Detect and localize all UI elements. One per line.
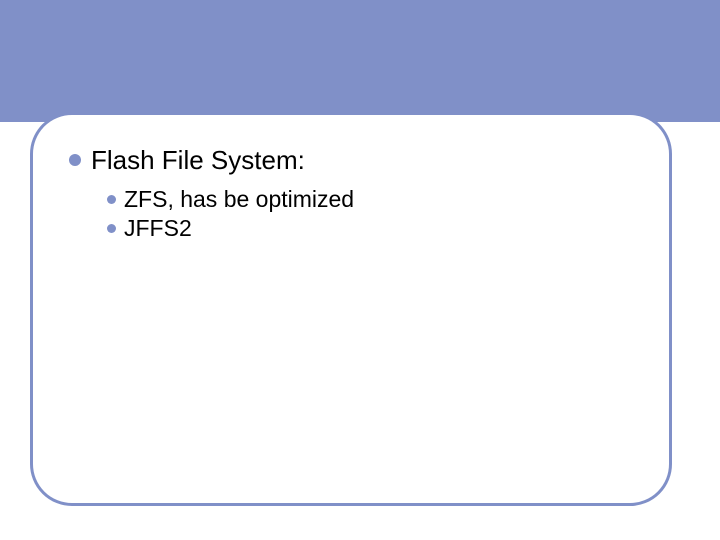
disc-bullet-icon xyxy=(69,154,81,166)
header-band xyxy=(0,0,720,122)
sub-list: ZFS, has be optimized JFFS2 xyxy=(107,186,633,242)
bullet-level-1: Flash File System: xyxy=(69,145,633,176)
list-item: JFFS2 xyxy=(107,215,633,242)
content-card: Flash File System: ZFS, has be optimized… xyxy=(30,112,672,506)
list-item-text: JFFS2 xyxy=(124,215,192,242)
disc-bullet-icon xyxy=(107,195,116,204)
list-item-text: ZFS, has be optimized xyxy=(124,186,354,213)
heading-text: Flash File System: xyxy=(91,145,305,176)
slide: Flash File System: ZFS, has be optimized… xyxy=(0,0,720,540)
disc-bullet-icon xyxy=(107,224,116,233)
list-item: ZFS, has be optimized xyxy=(107,186,633,213)
